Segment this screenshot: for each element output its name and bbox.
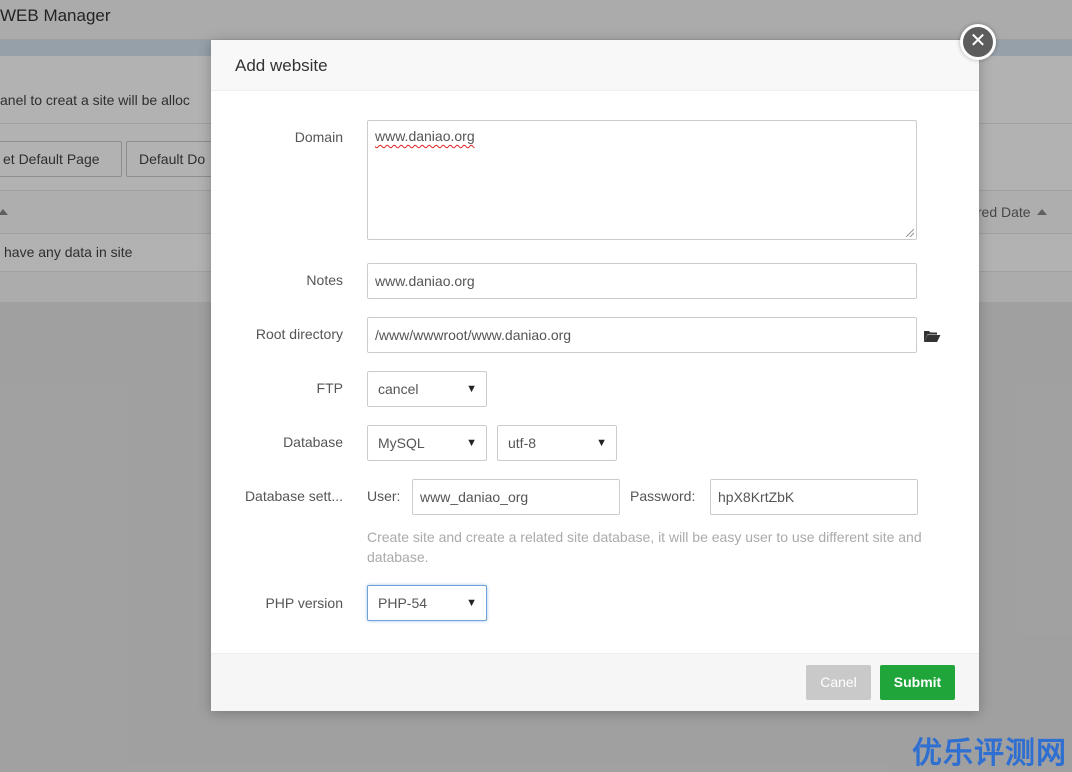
root-directory-input[interactable]: /www/wwwroot/www.daniao.org (367, 317, 917, 353)
add-website-dialog: Add website Domain www.daniao.org Notes … (211, 40, 979, 711)
submit-button[interactable]: Submit (880, 665, 955, 700)
notes-input[interactable]: www.daniao.org (367, 263, 917, 299)
php-version-label: PHP version (265, 595, 343, 611)
ftp-select[interactable]: cancel ▼ (367, 371, 487, 407)
db-password-label: Password: (630, 488, 696, 504)
notes-label: Notes (306, 272, 343, 288)
ftp-label: FTP (316, 380, 343, 396)
dialog-header: Add website (211, 40, 979, 91)
dialog-title: Add website (235, 56, 328, 75)
php-version-selected: PHP-54 (378, 595, 428, 611)
php-version-select[interactable]: PHP-54 ▼ (367, 585, 487, 621)
db-user-input[interactable]: www_daniao_org (412, 479, 620, 515)
database-type-select[interactable]: MySQL ▼ (367, 425, 487, 461)
domain-label: Domain (294, 129, 343, 145)
caret-down-icon: ▼ (466, 437, 477, 449)
database-settings-label: Database sett... (244, 488, 343, 504)
database-label: Database (283, 434, 343, 450)
domain-value: www.daniao.org (375, 128, 475, 144)
folder-open-icon[interactable] (923, 329, 941, 343)
db-user-label: User: (367, 488, 401, 504)
database-type-selected: MySQL (378, 435, 425, 451)
domain-textarea[interactable]: www.daniao.org (367, 120, 917, 240)
close-icon[interactable]: ✕ (960, 24, 996, 60)
ftp-selected: cancel (378, 381, 419, 397)
dialog-footer: Canel Submit (211, 653, 979, 711)
database-charset-select[interactable]: utf-8 ▼ (497, 425, 617, 461)
cancel-button[interactable]: Canel (806, 665, 871, 700)
database-charset-selected: utf-8 (508, 435, 537, 451)
root-directory-label: Root directory (255, 326, 343, 342)
resize-grip-icon[interactable] (906, 229, 914, 237)
caret-down-icon: ▼ (466, 597, 477, 609)
caret-down-icon: ▼ (596, 437, 607, 449)
database-help-text: Create site and create a related site da… (367, 529, 922, 565)
watermark-text: 优乐评测网 (912, 736, 1067, 771)
caret-down-icon: ▼ (466, 383, 477, 395)
db-password-input[interactable]: hpX8KrtZbK (710, 479, 918, 515)
